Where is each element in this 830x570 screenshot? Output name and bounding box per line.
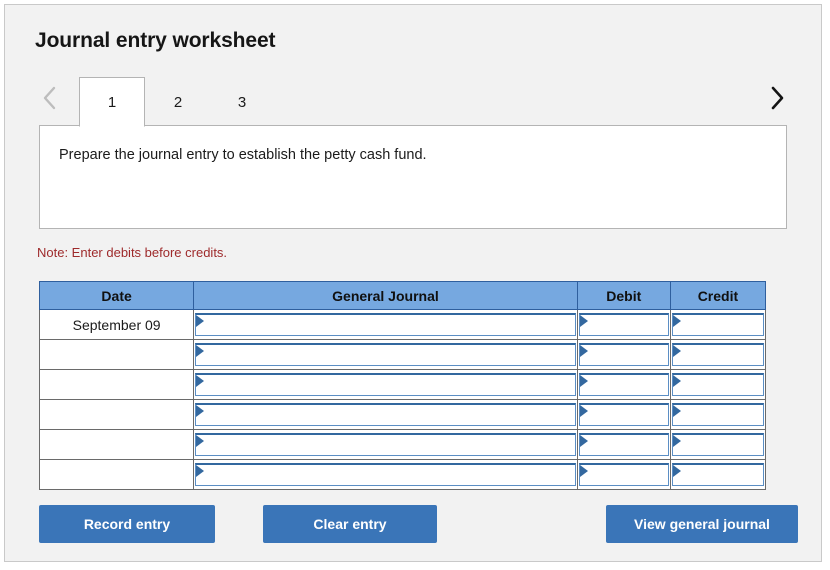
column-header-debit: Debit — [576, 281, 671, 310]
debit-cell[interactable] — [576, 399, 671, 430]
record-entry-button[interactable]: Record entry — [39, 505, 215, 543]
credit-cell[interactable] — [669, 429, 767, 460]
general-journal-input[interactable] — [195, 463, 576, 486]
credit-cell[interactable] — [669, 399, 767, 430]
general-journal-cell[interactable] — [193, 369, 578, 400]
chevron-left-icon[interactable] — [35, 81, 63, 115]
table-row — [38, 399, 767, 430]
general-journal-input[interactable] — [195, 403, 576, 426]
debit-input[interactable] — [578, 403, 669, 426]
expand-triangle-icon — [579, 345, 588, 357]
expand-triangle-icon — [196, 315, 205, 327]
debit-input[interactable] — [578, 463, 669, 486]
expand-triangle-icon — [672, 435, 681, 447]
column-header-general-journal: General Journal — [193, 281, 578, 310]
view-general-journal-button[interactable]: View general journal — [606, 505, 798, 543]
tab-2[interactable]: 2 — [145, 77, 211, 127]
credit-cell[interactable] — [669, 339, 767, 370]
credit-input[interactable] — [671, 313, 764, 336]
expand-triangle-icon — [196, 435, 205, 447]
worksheet-panel: Journal entry worksheet 1 2 3 Prepare th — [4, 4, 822, 562]
debits-before-credits-note: Note: Enter debits before credits. — [37, 245, 228, 260]
tab-1-label: 1 — [107, 93, 117, 111]
credit-cell[interactable] — [669, 309, 767, 340]
journal-entry-table: Date General Journal Debit Credit Septem… — [38, 281, 767, 490]
table-row — [38, 459, 767, 490]
tab-3-label: 3 — [237, 93, 247, 111]
credit-cell[interactable] — [669, 369, 767, 400]
column-header-date: Date — [38, 281, 195, 310]
tab-1[interactable]: 1 — [79, 77, 145, 127]
credit-input[interactable] — [671, 403, 764, 426]
table-row — [38, 429, 767, 460]
expand-triangle-icon — [579, 315, 588, 327]
general-journal-input[interactable] — [195, 373, 576, 396]
credit-cell[interactable] — [669, 459, 767, 490]
general-journal-input[interactable] — [195, 343, 576, 366]
general-journal-cell[interactable] — [193, 399, 578, 430]
instruction-panel: Prepare the journal entry to establish t… — [39, 125, 787, 229]
debit-input[interactable] — [578, 313, 669, 336]
credit-input[interactable] — [671, 433, 764, 456]
tab-3[interactable]: 3 — [209, 77, 275, 127]
date-cell[interactable] — [38, 369, 195, 400]
credit-input[interactable] — [671, 343, 764, 366]
date-cell[interactable] — [38, 429, 195, 460]
debit-cell[interactable] — [576, 309, 671, 340]
debit-cell[interactable] — [576, 369, 671, 400]
expand-triangle-icon — [672, 375, 681, 387]
debit-cell[interactable] — [576, 429, 671, 460]
debit-cell[interactable] — [576, 459, 671, 490]
tab-navigation: 1 2 3 — [35, 71, 791, 127]
credit-input[interactable] — [671, 373, 764, 396]
general-journal-cell[interactable] — [193, 309, 578, 340]
expand-triangle-icon — [579, 465, 588, 477]
general-journal-cell[interactable] — [193, 339, 578, 370]
general-journal-cell[interactable] — [193, 429, 578, 460]
debit-input[interactable] — [578, 373, 669, 396]
debit-input[interactable] — [578, 433, 669, 456]
expand-triangle-icon — [196, 465, 205, 477]
clear-entry-button[interactable]: Clear entry — [263, 505, 437, 543]
expand-triangle-icon — [672, 315, 681, 327]
expand-triangle-icon — [579, 375, 588, 387]
debit-cell[interactable] — [576, 339, 671, 370]
expand-triangle-icon — [196, 345, 205, 357]
chevron-right-icon[interactable] — [763, 81, 791, 115]
table-row — [38, 369, 767, 400]
date-cell[interactable] — [38, 399, 195, 430]
column-header-credit: Credit — [669, 281, 767, 310]
tab-2-label: 2 — [173, 93, 183, 111]
general-journal-input[interactable] — [195, 433, 576, 456]
expand-triangle-icon — [672, 345, 681, 357]
general-journal-input[interactable] — [195, 313, 576, 336]
date-cell[interactable] — [38, 459, 195, 490]
table-header-row: Date General Journal Debit Credit — [38, 281, 767, 310]
table-row — [38, 339, 767, 370]
general-journal-cell[interactable] — [193, 459, 578, 490]
expand-triangle-icon — [672, 405, 681, 417]
expand-triangle-icon — [672, 465, 681, 477]
expand-triangle-icon — [196, 375, 205, 387]
expand-triangle-icon — [579, 405, 588, 417]
instruction-text: Prepare the journal entry to establish t… — [59, 147, 427, 163]
page-title: Journal entry worksheet — [35, 29, 276, 52]
expand-triangle-icon — [579, 435, 588, 447]
date-cell[interactable] — [38, 339, 195, 370]
table-row: September 09 — [38, 309, 767, 340]
credit-input[interactable] — [671, 463, 764, 486]
expand-triangle-icon — [196, 405, 205, 417]
debit-input[interactable] — [578, 343, 669, 366]
date-cell[interactable]: September 09 — [38, 309, 195, 340]
